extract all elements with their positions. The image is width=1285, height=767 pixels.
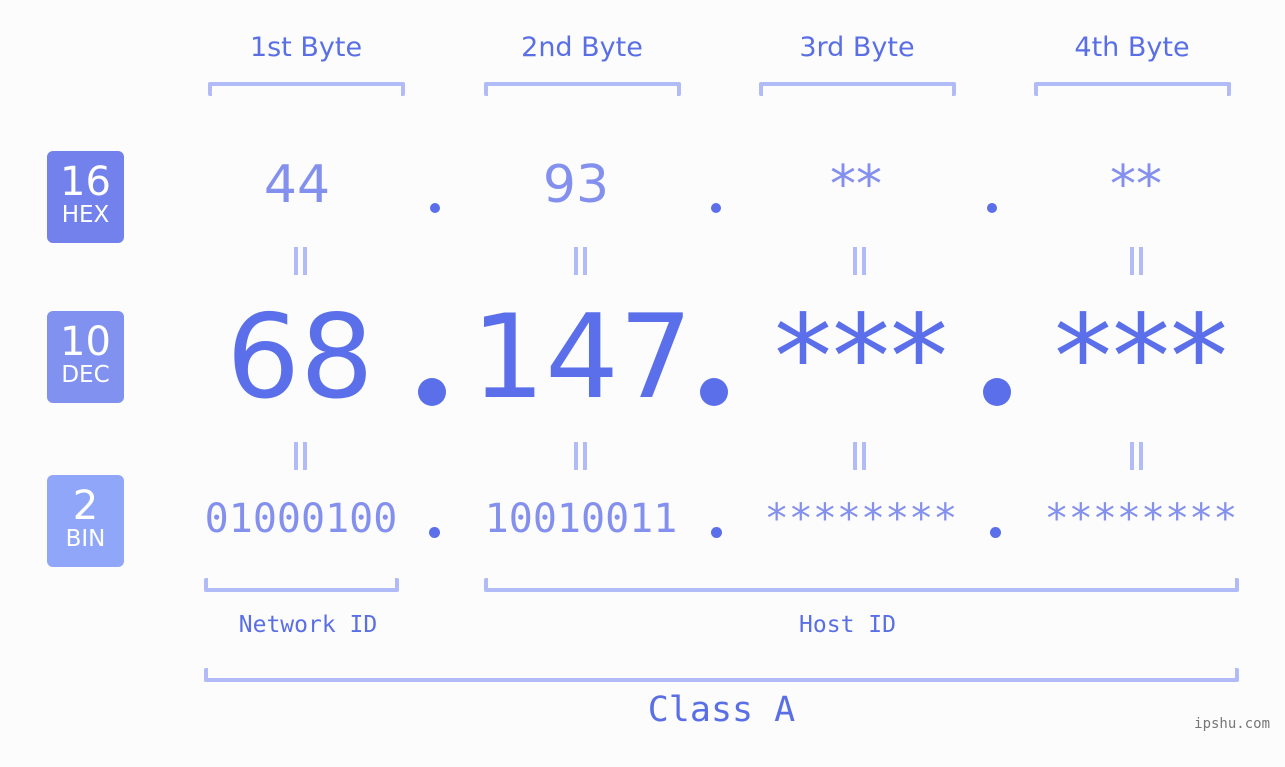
bin-value-2: 10010011 — [484, 496, 678, 542]
bin-separator-dot-3 — [990, 527, 1001, 538]
hex-badge: 16 HEX — [47, 151, 124, 243]
byte-bracket-2 — [484, 82, 681, 96]
bin-value-1: 01000100 — [204, 496, 398, 542]
byte-header-2: 2nd Byte — [521, 32, 643, 63]
dec-separator-dot-3 — [983, 378, 1011, 406]
hex-separator-dot-1 — [430, 203, 440, 213]
network-id-bracket — [204, 578, 399, 592]
bin-value-3: ******** — [764, 496, 958, 542]
dec-value-3: *** — [774, 290, 948, 425]
class-label: Class A — [647, 690, 796, 730]
equals-icon — [572, 442, 588, 470]
byte-header-4: 4th Byte — [1074, 32, 1190, 63]
equals-icon — [1128, 442, 1144, 470]
dec-separator-dot-1 — [418, 378, 446, 406]
bin-separator-dot-2 — [711, 527, 722, 538]
bin-badge: 2 BIN — [47, 475, 124, 567]
equals-icon — [572, 247, 588, 275]
byte-bracket-4 — [1034, 82, 1231, 96]
hex-label: HEX — [61, 202, 110, 228]
dec-base: 10 — [60, 319, 111, 365]
equals-icon — [292, 442, 308, 470]
byte-header-3: 3rd Byte — [799, 32, 915, 63]
host-id-label: Host ID — [799, 612, 896, 638]
hex-value-3: ** — [830, 155, 882, 215]
dec-value-2: 147 — [471, 290, 693, 425]
bin-label: BIN — [65, 526, 106, 552]
dec-badge: 10 DEC — [47, 311, 124, 403]
host-id-bracket — [484, 578, 1239, 592]
dec-value-4: *** — [1054, 290, 1228, 425]
hex-value-2: 93 — [542, 155, 610, 215]
bin-value-4: ******** — [1044, 496, 1238, 542]
byte-bracket-3 — [759, 82, 956, 96]
byte-header-1: 1st Byte — [249, 32, 363, 63]
equals-icon — [851, 247, 867, 275]
hex-base: 16 — [60, 159, 111, 205]
dec-value-1: 68 — [226, 290, 374, 425]
class-bracket — [204, 668, 1239, 682]
hex-separator-dot-2 — [711, 203, 721, 213]
bin-base: 2 — [72, 483, 99, 529]
hex-separator-dot-3 — [987, 203, 997, 213]
watermark: ipshu.com — [1194, 716, 1270, 732]
hex-value-1: 44 — [263, 155, 331, 215]
byte-bracket-1 — [208, 82, 405, 96]
equals-icon — [1128, 247, 1144, 275]
hex-value-4: ** — [1110, 155, 1162, 215]
equals-icon — [851, 442, 867, 470]
equals-icon — [292, 247, 308, 275]
dec-label: DEC — [61, 362, 110, 388]
network-id-label: Network ID — [238, 612, 378, 638]
dec-separator-dot-2 — [700, 378, 728, 406]
bin-separator-dot-1 — [429, 527, 440, 538]
